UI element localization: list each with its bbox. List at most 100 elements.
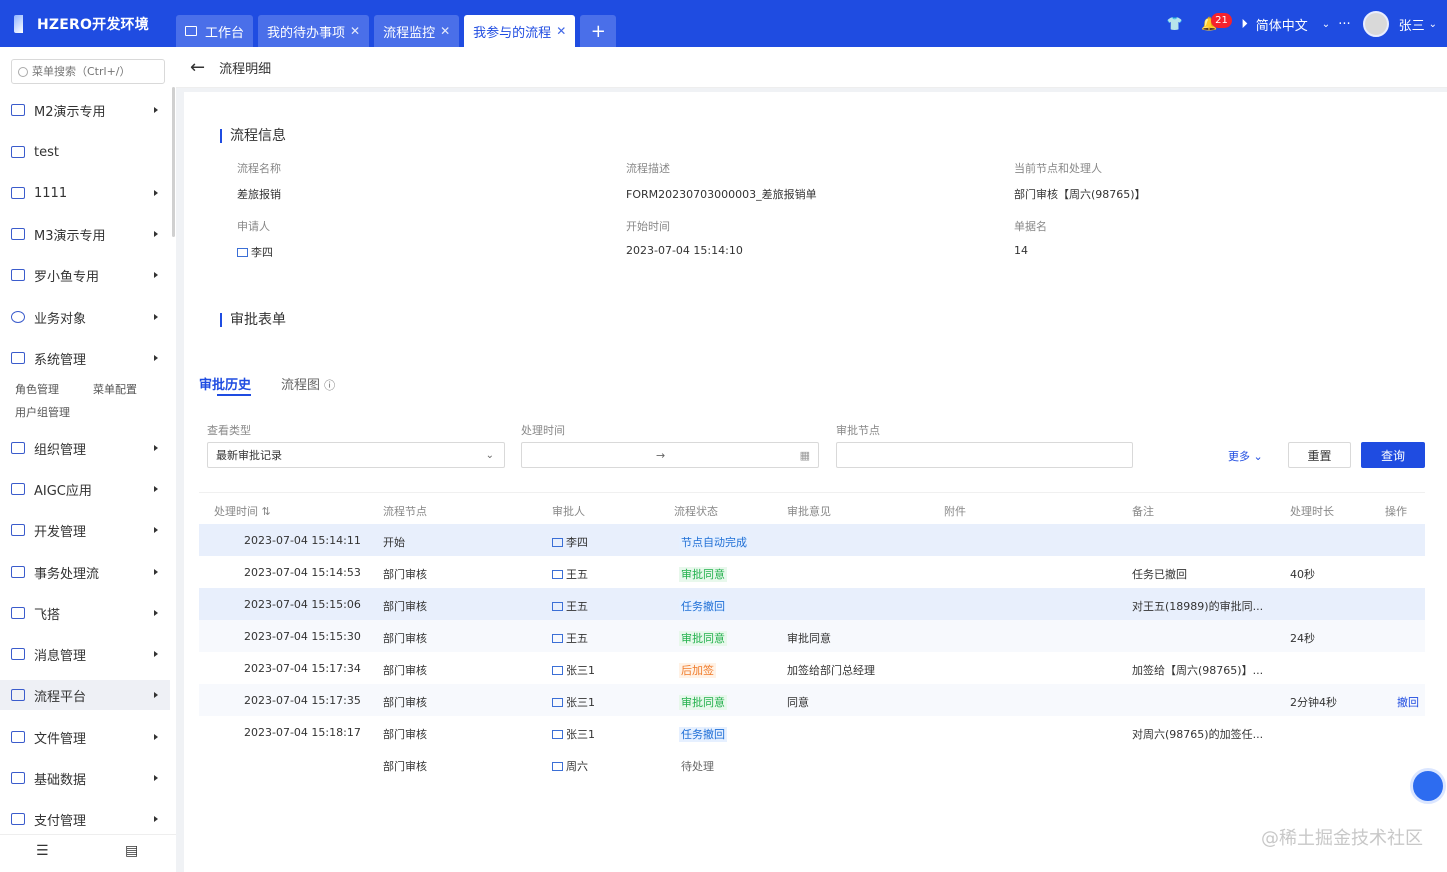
field-label: 当前节点和处理人	[1014, 162, 1102, 175]
shirt-icon[interactable]: 👕	[1167, 17, 1183, 32]
quick-link-role[interactable]: 角色管理	[15, 381, 59, 397]
sidebar-item-business-object[interactable]: 业务对象	[0, 302, 170, 332]
quick-link-user-group[interactable]: 用户组管理	[15, 404, 70, 420]
menu-search-input[interactable]	[32, 65, 160, 78]
table-row[interactable]: 2023-07-04 15:18:17 部门审核 张三1 任务撤回 对周六(98765)…	[199, 716, 1425, 748]
column-header: 备注	[1132, 505, 1154, 518]
sidebar-item-system[interactable]: 系统管理	[0, 343, 170, 373]
sidebar-item-aigc[interactable]: AIGC应用	[0, 474, 170, 504]
tab-my-processes[interactable]: 我参与的流程 ✕	[464, 15, 576, 47]
menu-search[interactable]	[11, 59, 165, 84]
sidebar-item-transaction[interactable]: 事务处理流	[0, 557, 170, 587]
tab-approval-history[interactable]: 审批历史	[199, 374, 251, 393]
sidebar-item-label: AIGC应用	[34, 483, 92, 499]
cell-time: 2023-07-04 15:14:11	[244, 534, 361, 547]
status-badge: 后加签	[679, 663, 716, 678]
org-icon	[11, 442, 25, 454]
sidebar-item-organization[interactable]: 组织管理	[0, 433, 170, 463]
sidebar-item-workflow[interactable]: 流程平台	[0, 680, 170, 710]
reset-button[interactable]: 重置	[1288, 442, 1351, 468]
floating-assistant-button[interactable]	[1410, 768, 1446, 804]
tab-label: 流程监控	[383, 25, 436, 41]
back-arrow-icon[interactable]: ←	[190, 57, 205, 78]
field-value-process-desc: FORM20230703000003_差旅报销单	[626, 188, 817, 201]
sidebar-item-label: 流程平台	[34, 689, 87, 705]
sidebar-item-file[interactable]: 文件管理	[0, 722, 170, 752]
table-row[interactable]: 2023-07-04 15:17:34 部门审核 张三1 后加签 加签给部门总经理 加签给…	[199, 652, 1425, 684]
sort-icon[interactable]: ⇅	[262, 505, 271, 518]
close-icon[interactable]: ✕	[556, 24, 566, 38]
table-row[interactable]: 2023-07-04 15:14:11 开始 李四 节点自动完成	[199, 524, 1425, 556]
sidebar-item-payment[interactable]: 支付管理	[0, 804, 170, 834]
page-title: 流程明细	[219, 61, 272, 77]
column-header-time[interactable]: 处理时间 ⇅	[214, 503, 271, 519]
tab-my-todo[interactable]: 我的待办事项 ✕	[258, 15, 370, 47]
status-badge: 任务撤回	[679, 599, 727, 614]
sidebar-item-luoxiaoyu[interactable]: 罗小鱼专用	[0, 260, 170, 290]
table-row[interactable]: 2023-07-04 15:14:53 部门审核 王五 审批同意 任务已撤回 40秒	[199, 556, 1425, 588]
caret-right-icon	[154, 190, 158, 196]
time-range-picker[interactable]: → ▦	[521, 442, 819, 468]
avatar[interactable]	[1362, 11, 1389, 37]
chevron-down-icon[interactable]: ⌄	[1322, 19, 1330, 30]
approver-name: 李四	[566, 536, 588, 549]
app-title: HZERO开发环境	[37, 17, 149, 33]
sidebar-item-message[interactable]: 消息管理	[0, 639, 170, 669]
close-icon[interactable]: ✕	[350, 24, 360, 38]
user-card-icon	[552, 730, 563, 739]
sidebar-item-m3[interactable]: M3演示专用	[0, 219, 170, 249]
caret-right-icon	[154, 569, 158, 575]
menu-icon	[11, 146, 25, 158]
cell-user: 王五	[552, 598, 588, 614]
more-icon[interactable]: ···	[1338, 17, 1350, 32]
cell-status: 任务撤回	[679, 598, 727, 614]
more-filters-link[interactable]: 更多 ⌄	[1228, 448, 1263, 464]
caret-right-icon	[154, 231, 158, 237]
user-name[interactable]: 张三	[1399, 15, 1425, 34]
approver-name: 张三1	[566, 664, 595, 677]
language-switch[interactable]: 简体中文	[1256, 15, 1308, 34]
sidebar-item-m2[interactable]: M2演示专用	[0, 95, 170, 125]
document-icon[interactable]: ▤	[125, 843, 138, 859]
collapse-menu-icon[interactable]: ☰	[36, 843, 49, 859]
sidebar-item-label: M3演示专用	[34, 228, 106, 244]
view-type-select[interactable]: 最新审批记录 ⌄	[207, 442, 505, 468]
notification-bell[interactable]: 🔔 21	[1201, 12, 1232, 32]
app-logo[interactable]: HZERO开发环境	[14, 14, 149, 34]
withdraw-link[interactable]: 撤回	[1397, 696, 1419, 709]
sidebar-item-test[interactable]: test	[0, 137, 170, 167]
play-circle-icon[interactable]: ⏵	[1241, 17, 1248, 32]
tab-flow-diagram[interactable]: 流程图 ⓘ	[281, 374, 335, 393]
table-row[interactable]: 2023-07-04 15:15:06 部门审核 王五 任务撤回 对王五(18989)的…	[199, 588, 1425, 620]
table-row[interactable]: 2023-07-04 15:17:35 部门审核 张三1 审批同意 同意 2分钟4秒 撤回	[199, 684, 1425, 716]
filter-label: 审批节点	[836, 424, 880, 437]
tab-workbench[interactable]: 工作台	[176, 15, 254, 47]
quick-link-menu-config[interactable]: 菜单配置	[93, 381, 137, 397]
sidebar-item-basic-data[interactable]: 基础数据	[0, 763, 170, 793]
caret-right-icon	[154, 486, 158, 492]
sidebar-item-feida[interactable]: 飞搭	[0, 598, 170, 628]
table-row[interactable]: 2023-07-04 15:15:30 部门审核 王五 审批同意 审批同意 24秒	[199, 620, 1425, 652]
cell-opinion: 加签给部门总经理	[787, 664, 875, 677]
help-icon[interactable]: ⓘ	[324, 379, 335, 392]
sidebar-item-label: 1111	[34, 185, 68, 201]
table-row[interactable]: 部门审核 周六 待处理	[199, 748, 1425, 780]
tab-process-monitor[interactable]: 流程监控 ✕	[374, 15, 460, 47]
cell-note: 任务已撤回	[1132, 568, 1187, 581]
sidebar-item-label: 事务处理流	[34, 566, 100, 582]
close-icon[interactable]: ✕	[440, 24, 450, 38]
sidebar-item-1111[interactable]: 1111	[0, 178, 170, 208]
user-card-icon	[552, 698, 563, 707]
caret-right-icon	[154, 445, 158, 451]
chevron-down-icon[interactable]: ⌄	[1429, 19, 1437, 30]
sidebar-footer: ☰ ▤	[0, 834, 176, 872]
approval-node-input[interactable]	[836, 442, 1133, 468]
cell-op[interactable]: 撤回	[1397, 694, 1419, 710]
sidebar-item-dev[interactable]: 开发管理	[0, 515, 170, 545]
link-label: 更多	[1228, 450, 1250, 463]
add-tab-button[interactable]: +	[580, 15, 617, 47]
query-button[interactable]: 查询	[1361, 442, 1425, 468]
sidebar-scrollbar[interactable]	[172, 87, 175, 237]
approver-name: 周六	[566, 760, 588, 773]
column-header: 审批意见	[787, 505, 831, 518]
